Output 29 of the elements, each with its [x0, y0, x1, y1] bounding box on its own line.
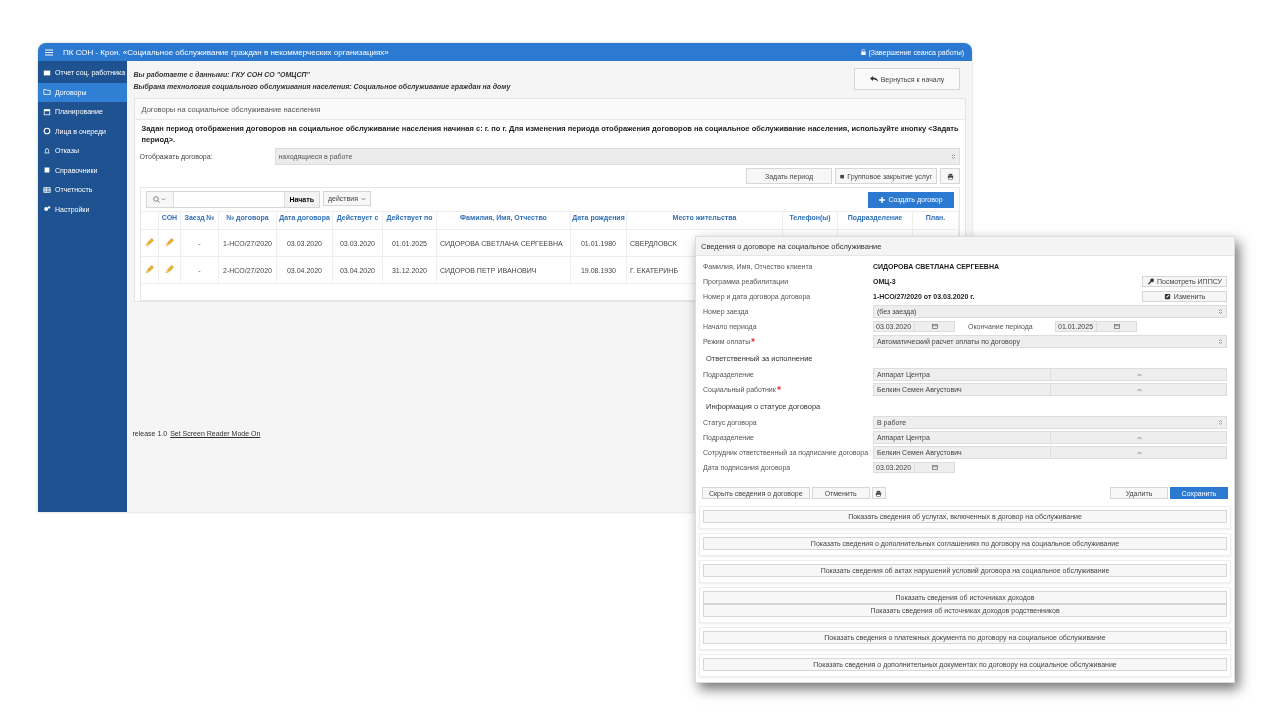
pencil-icon[interactable] [144, 265, 154, 274]
menu-item-icon [43, 205, 51, 214]
menu-item-icon [43, 166, 51, 175]
print-icon [946, 172, 954, 180]
edit-icon [1163, 293, 1171, 300]
lock-icon [861, 49, 867, 55]
menu-icon[interactable] [45, 48, 53, 56]
reply-arrow-icon [869, 76, 878, 82]
sort-arrows-icon [1218, 338, 1223, 345]
menu-item-icon [43, 185, 51, 194]
window-title: ПК СОН - Крон. «Социальное обслуживание граждан в некоммерческих организациях» [63, 47, 390, 57]
wrench-icon [1147, 278, 1155, 285]
menu-item-icon [43, 107, 51, 116]
print-button[interactable] [871, 487, 886, 499]
menu-item-icon [43, 146, 51, 155]
sort-arrows-icon [951, 153, 956, 160]
calendar-icon [840, 172, 845, 180]
caret-icon [361, 196, 366, 201]
pencil-icon[interactable] [165, 265, 174, 274]
plus-icon [879, 196, 886, 203]
menu-item-icon [43, 88, 51, 97]
sort-arrows-icon [1218, 419, 1223, 426]
sort-arrows-icon [1218, 308, 1223, 315]
pencil-icon[interactable] [165, 238, 174, 247]
print-icon [875, 489, 883, 497]
print-button[interactable] [940, 168, 960, 184]
menu-item-icon [43, 127, 51, 136]
pencil-icon[interactable] [144, 238, 154, 247]
menu-item-icon [43, 68, 51, 77]
